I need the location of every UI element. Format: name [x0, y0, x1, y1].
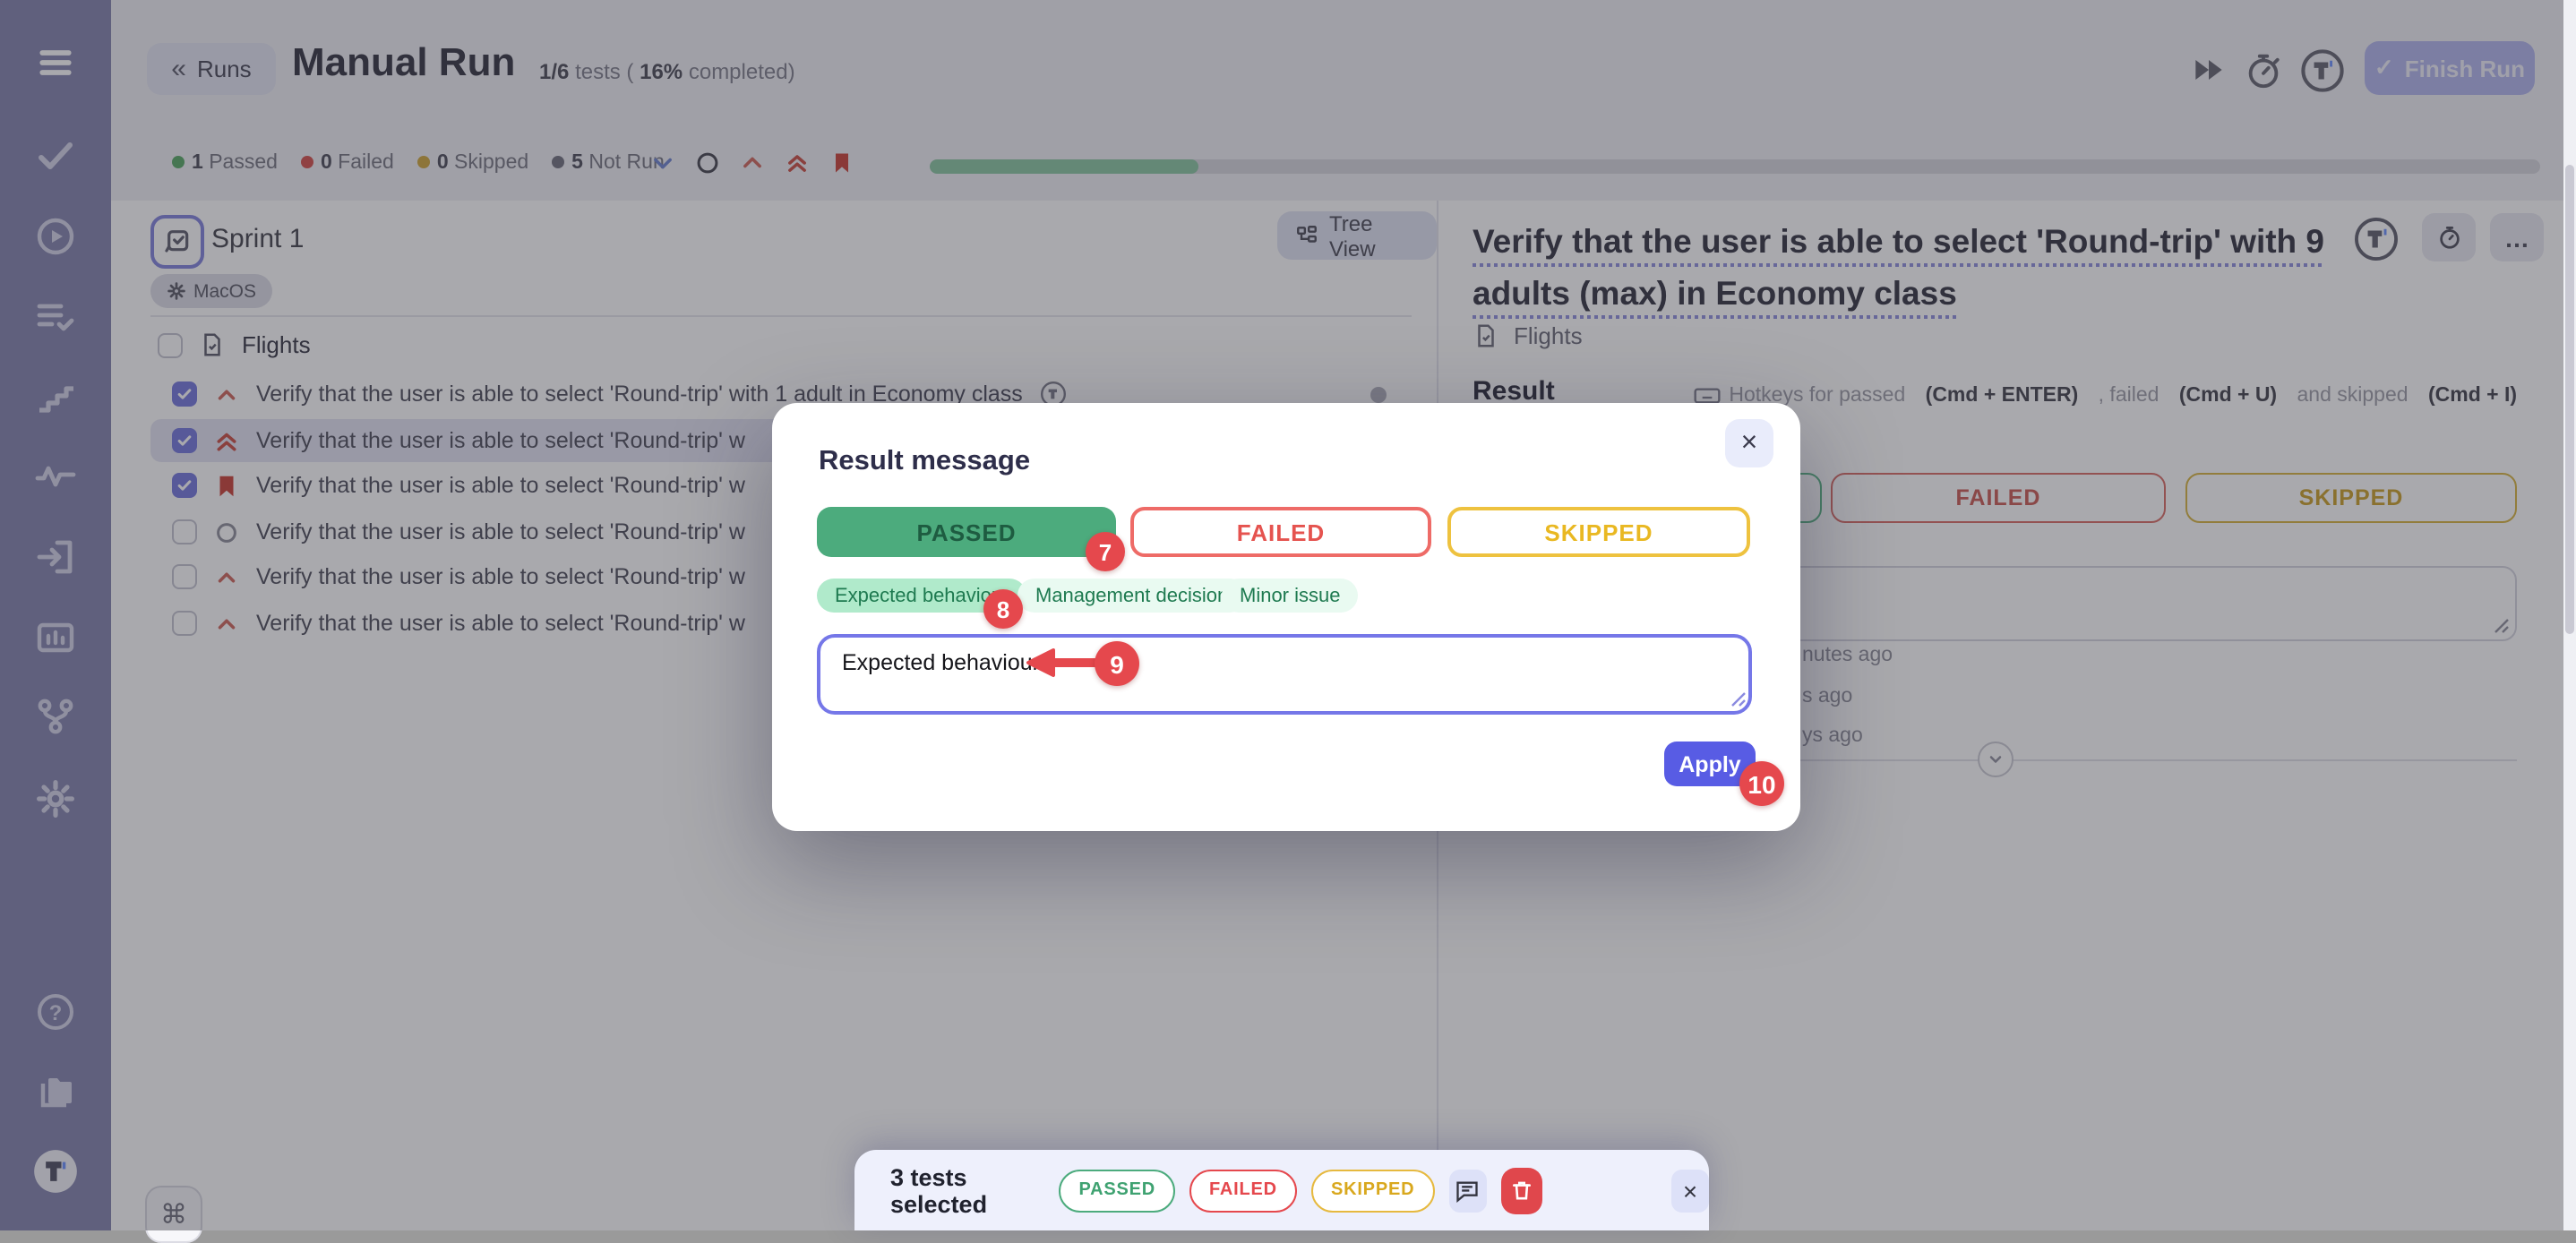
bulk-comment-button[interactable] — [1448, 1169, 1486, 1212]
bulk-actions-bar: 3 tests selected PASSED FAILED SKIPPED × — [854, 1150, 1709, 1230]
annotation-badge-8: 8 — [983, 589, 1023, 629]
bulk-delete-button[interactable] — [1500, 1167, 1542, 1213]
close-icon: × — [1741, 427, 1758, 459]
tag-minor-issue[interactable]: Minor issue — [1222, 579, 1359, 613]
bulk-passed-button[interactable]: PASSED — [1059, 1169, 1175, 1212]
window-scrollbar[interactable] — [2563, 0, 2576, 1230]
annotation-badge-10: 10 — [1739, 761, 1784, 806]
modal-title: Result message — [819, 446, 1030, 478]
annotation-badge-7: 7 — [1086, 532, 1125, 571]
tag-management-decision[interactable]: Management decision — [1018, 579, 1246, 613]
close-icon: × — [1683, 1176, 1697, 1204]
modal-skipped-button[interactable]: SKIPPED — [1447, 507, 1750, 557]
result-message-modal: Result message × PASSED FAILED SKIPPED E… — [772, 403, 1800, 831]
result-message-textarea[interactable]: Expected behaviour — [817, 634, 1752, 715]
bulk-failed-button[interactable]: FAILED — [1189, 1169, 1297, 1212]
modal-failed-button[interactable]: FAILED — [1130, 507, 1431, 557]
selected-count-label: 3 tests selected — [890, 1163, 1041, 1217]
app-window: ? « Runs Manual Run 1/6 tests ( 16% comp… — [0, 0, 2576, 1230]
bulk-close-button[interactable]: × — [1671, 1169, 1709, 1212]
annotation-arrow-icon — [1014, 647, 1107, 679]
annotation-badge-9: 9 — [1095, 641, 1139, 686]
resize-handle[interactable] — [1729, 690, 1747, 707]
modal-close-button[interactable]: × — [1725, 419, 1773, 467]
scrollbar-thumb[interactable] — [2565, 165, 2574, 634]
modal-passed-button[interactable]: PASSED — [817, 507, 1116, 557]
bulk-skipped-button[interactable]: SKIPPED — [1311, 1169, 1434, 1212]
